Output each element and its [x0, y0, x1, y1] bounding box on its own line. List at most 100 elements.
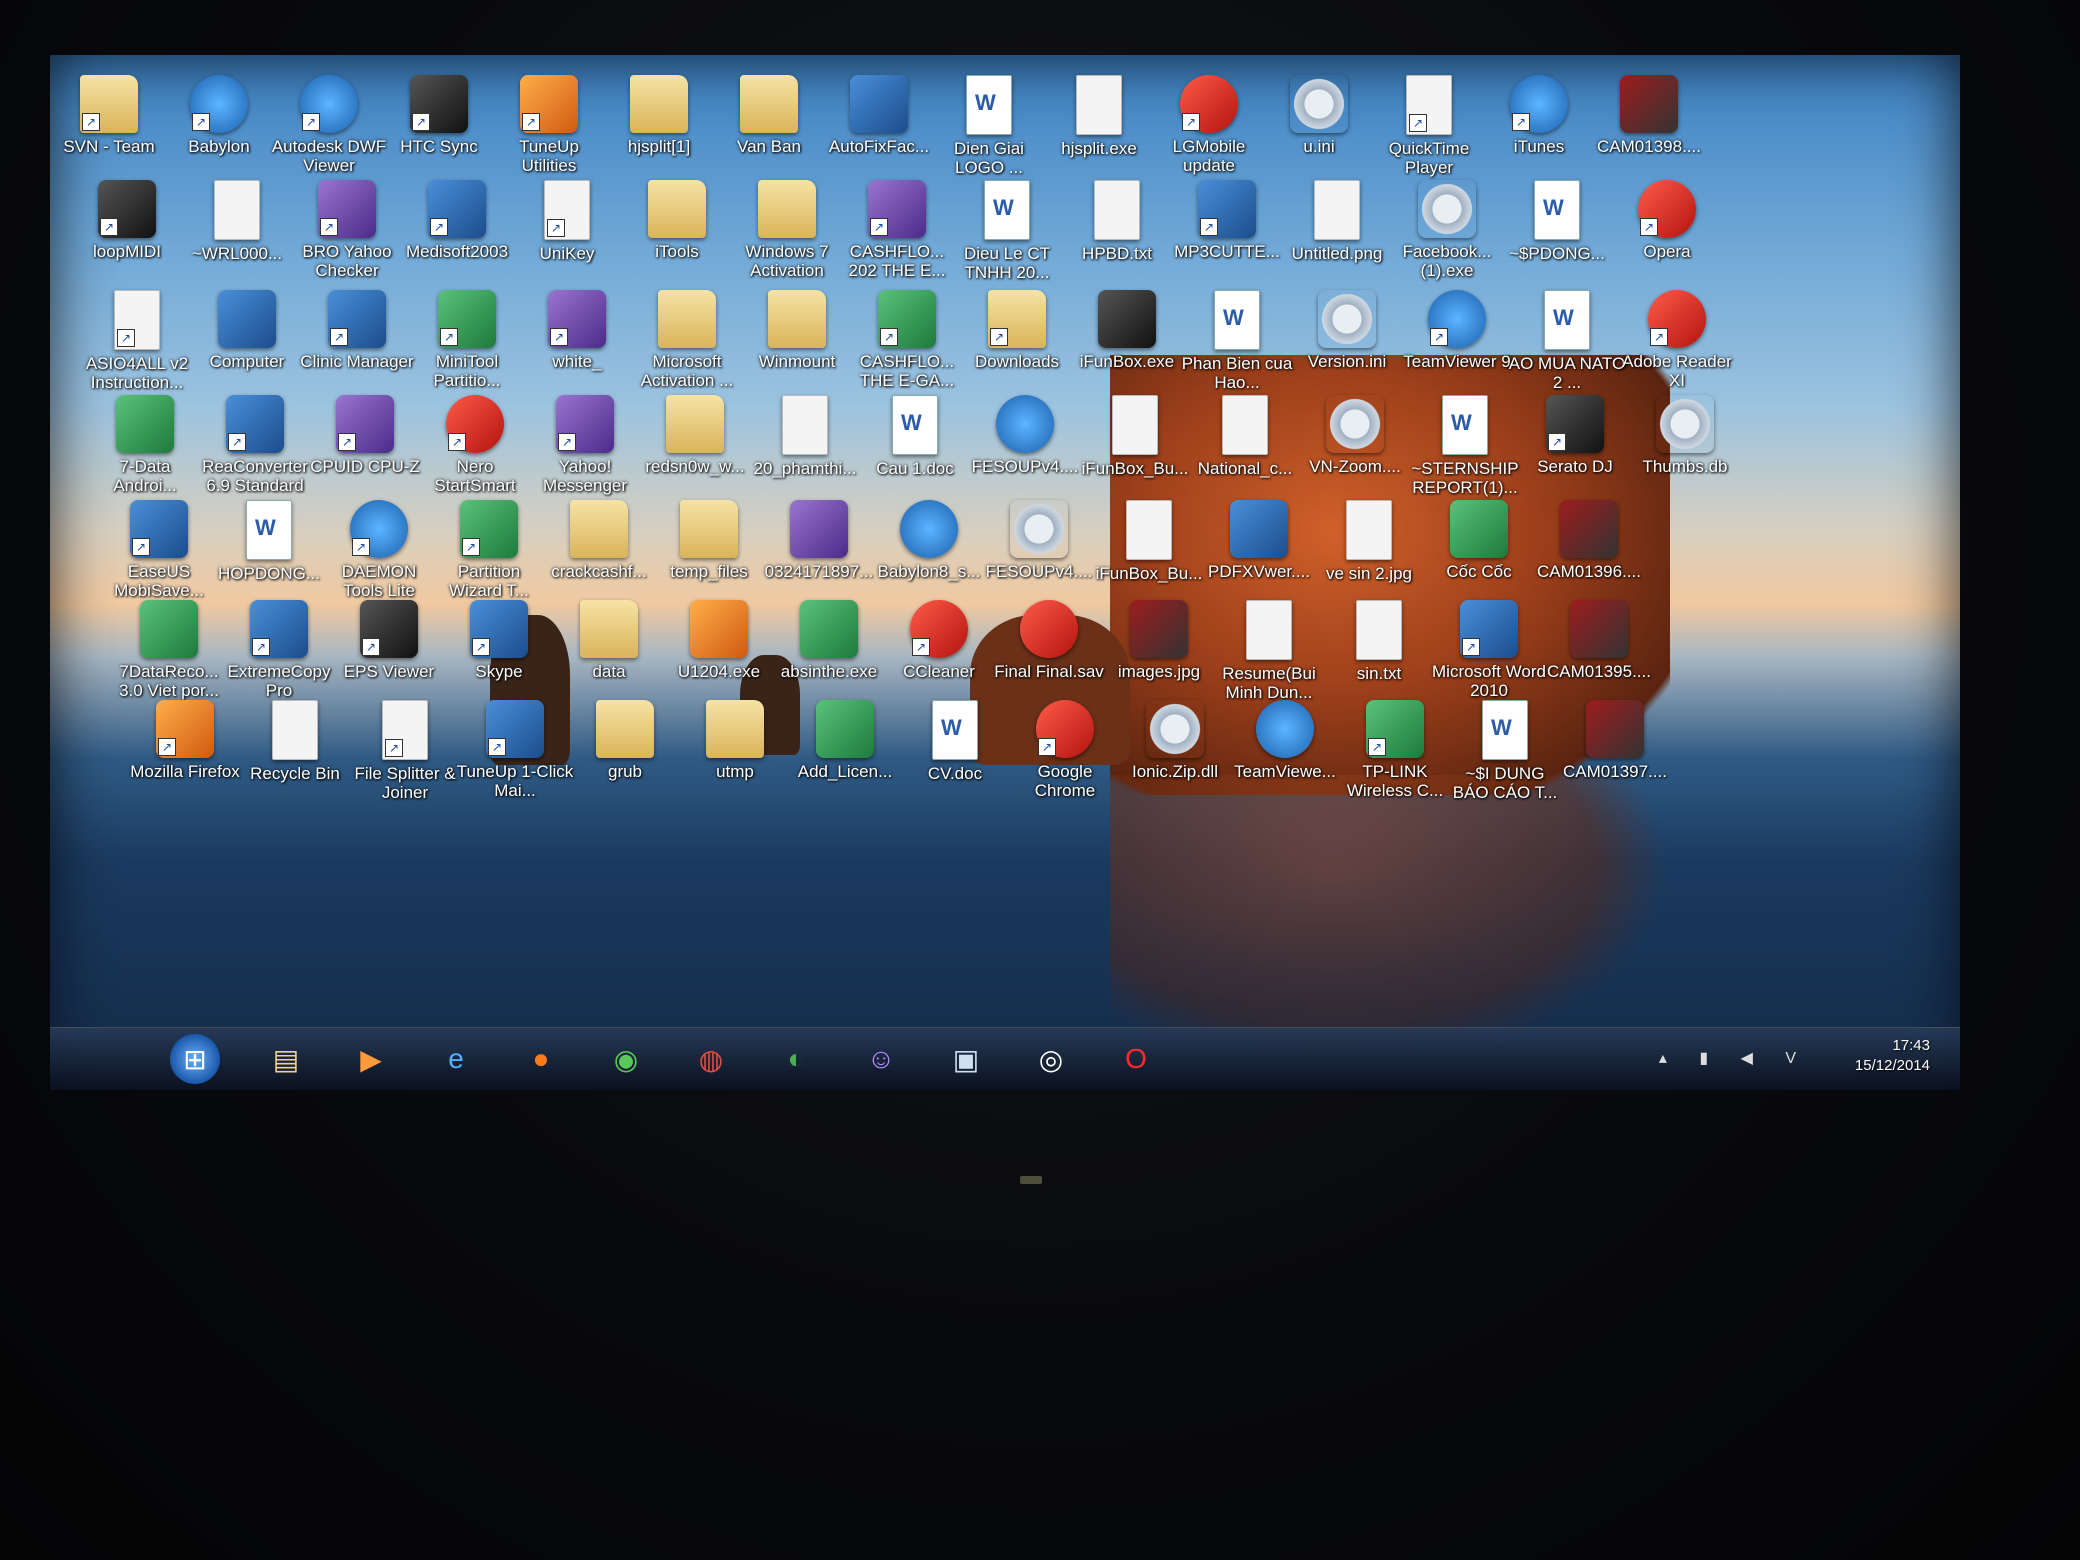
desktop-icon[interactable]: ↗ BRO Yahoo Checker: [288, 180, 406, 280]
coccoc-icon[interactable]: ◉: [600, 1034, 652, 1084]
desktop-icon[interactable]: ~$PDONG...: [1498, 180, 1616, 263]
desktop-icon[interactable]: redsn0w_w...: [636, 395, 754, 476]
desktop-icon[interactable]: ↗ Babylon: [160, 75, 278, 156]
desktop-icon[interactable]: ↗ TuneUp Utilities: [490, 75, 608, 175]
desktop-icon[interactable]: Winmount: [738, 290, 856, 371]
desktop-icon[interactable]: ↗ ExtremeCopy Pro: [220, 600, 338, 700]
desktop-icon[interactable]: hjsplit[1]: [600, 75, 718, 156]
desktop-icon[interactable]: ~$I DUNG BÁO CÁO T...: [1446, 700, 1564, 802]
start-button[interactable]: ⊞: [170, 1034, 220, 1084]
desktop-icon[interactable]: iTools: [618, 180, 736, 261]
clock[interactable]: 17:43 15/12/2014: [1855, 1036, 1930, 1076]
desktop-icon[interactable]: ↗ TP-LINK Wireless C...: [1336, 700, 1454, 800]
desktop-icon[interactable]: data: [550, 600, 668, 681]
desktop-icon[interactable]: ↗ Opera: [1608, 180, 1726, 261]
desktop-icon[interactable]: Dieu Le CT TNHH 20...: [948, 180, 1066, 282]
system-tray-icons[interactable]: ▴ ▮ ◀ V: [1659, 1048, 1810, 1068]
desktop-icon[interactable]: Dien Giai LOGO ...: [930, 75, 1048, 177]
desktop-icon[interactable]: ↗ Partition Wizard T...: [430, 500, 548, 600]
desktop-icon[interactable]: ↗ QuickTime Player: [1370, 75, 1488, 177]
desktop-icon[interactable]: images.jpg: [1100, 600, 1218, 681]
desktop-icon[interactable]: hjsplit.exe: [1040, 75, 1158, 158]
desktop-icon[interactable]: CAM01397....: [1556, 700, 1674, 781]
desktop-icon[interactable]: ↗ SVN - Team: [50, 75, 168, 156]
desktop-icon[interactable]: FESOUPv4....: [966, 395, 1084, 476]
desktop-icon[interactable]: ↗ EPS Viewer: [330, 600, 448, 681]
desktop-icon[interactable]: ↗ Nero StartSmart: [416, 395, 534, 495]
desktop-icon[interactable]: ↗ Serato DJ: [1516, 395, 1634, 476]
desktop-icon[interactable]: utmp: [676, 700, 794, 781]
desktop-icon[interactable]: ↗ HTC Sync: [380, 75, 498, 156]
desktop-icon[interactable]: ↗ LGMobile update: [1150, 75, 1268, 175]
desktop-icon[interactable]: Resume(Bui Minh Dun...: [1210, 600, 1328, 702]
babylon-icon[interactable]: ◐: [770, 1034, 822, 1084]
desktop-icon[interactable]: CV.doc: [896, 700, 1014, 783]
desktop-icon[interactable]: ↗ Skype: [440, 600, 558, 681]
desktop-icon[interactable]: iFunBox_Bu...: [1076, 395, 1194, 478]
desktop-icon[interactable]: HOPDONG...: [210, 500, 328, 583]
desktop-icon[interactable]: AutoFixFac...: [820, 75, 938, 156]
desktop-icon[interactable]: Version.ini: [1288, 290, 1406, 371]
chrome-icon[interactable]: ◍: [685, 1034, 737, 1084]
desktop-icon[interactable]: FESOUPv4....: [980, 500, 1098, 581]
desktop-icon[interactable]: sin.txt: [1320, 600, 1438, 683]
desktop-icon[interactable]: ↗ CPUID CPU-Z: [306, 395, 424, 476]
desktop-icon[interactable]: ↗ ASIO4ALL v2 Instruction...: [78, 290, 196, 392]
desktop-icon[interactable]: CAM01398....: [1590, 75, 1708, 156]
desktop-icon[interactable]: ↗ loopMIDI: [68, 180, 186, 261]
desktop-icon[interactable]: ↗ Downloads: [958, 290, 1076, 371]
desktop-icon[interactable]: U1204.exe: [660, 600, 778, 681]
desktop-icon[interactable]: Cau 1.doc: [856, 395, 974, 478]
firefox-icon[interactable]: ●: [515, 1034, 567, 1084]
desktop-icon[interactable]: iFunBox.exe: [1068, 290, 1186, 371]
desktop-icon[interactable]: ↗ Clinic Manager: [298, 290, 416, 371]
desktop-icon[interactable]: PDFXVwer....: [1200, 500, 1318, 581]
opera-icon[interactable]: O: [1110, 1034, 1162, 1084]
desktop-icon[interactable]: ↗ iTunes: [1480, 75, 1598, 156]
desktop-icon[interactable]: Add_Licen...: [786, 700, 904, 781]
desktop-icon[interactable]: VN-Zoom....: [1296, 395, 1414, 476]
desktop-icon[interactable]: Babylon8_s...: [870, 500, 988, 581]
desktop-icon[interactable]: ↗ CCleaner: [880, 600, 998, 681]
desktop-icon[interactable]: ↗ Autodesk DWF Viewer: [270, 75, 388, 175]
desktop-icon[interactable]: Van Ban: [710, 75, 828, 156]
desktop-icon[interactable]: ↗ Medisoft2003: [398, 180, 516, 261]
desktop-icon[interactable]: ↗ UniKey: [508, 180, 626, 263]
desktop-icon[interactable]: Phan Bien cua Hao...: [1178, 290, 1296, 392]
desktop-icon[interactable]: ↗ CASHFLO... 202 THE E...: [838, 180, 956, 280]
desktop-icon[interactable]: 20_phamthi...: [746, 395, 864, 478]
desktop-icon[interactable]: crackcashf...: [540, 500, 658, 581]
desktop-icon[interactable]: TeamViewe...: [1226, 700, 1344, 781]
serato-icon[interactable]: ◎: [1025, 1034, 1077, 1084]
media-player-icon[interactable]: ▶: [345, 1034, 397, 1084]
desktop-icon[interactable]: ↗ white_: [518, 290, 636, 371]
desktop-icon[interactable]: Ionic.Zip.dll: [1116, 700, 1234, 781]
window-icon[interactable]: ▣: [940, 1034, 992, 1084]
desktop-icon[interactable]: Cốc Cốc: [1420, 500, 1538, 581]
desktop-icon[interactable]: 7-Data Androi...: [86, 395, 204, 495]
desktop-icon[interactable]: iFunBox_Bu...: [1090, 500, 1208, 583]
desktop-icon[interactable]: ↗ Google Chrome: [1006, 700, 1124, 800]
desktop-icon[interactable]: Computer: [188, 290, 306, 371]
desktop-icon[interactable]: ↗ MP3CUTTE...: [1168, 180, 1286, 261]
desktop-icon[interactable]: ↗ ReaConverter 6.9 Standard: [196, 395, 314, 495]
desktop-icon[interactable]: ↗ EaseUS MobiSave...: [100, 500, 218, 600]
desktop-icon[interactable]: ↗ TuneUp 1-Click Mai...: [456, 700, 574, 800]
yahoo-messenger-icon[interactable]: ☺: [855, 1034, 907, 1084]
desktop-icon[interactable]: ~STERNSHIP REPORT(1)...: [1406, 395, 1524, 497]
desktop-icon[interactable]: 0324171897...: [760, 500, 878, 581]
desktop-icon[interactable]: ↗ Adobe Reader XI: [1618, 290, 1736, 390]
desktop-icon[interactable]: Windows 7 Activation: [728, 180, 846, 280]
desktop-icon[interactable]: Untitled.png: [1278, 180, 1396, 263]
desktop-icon[interactable]: National_c...: [1186, 395, 1304, 478]
desktop-icon[interactable]: ve sin 2.jpg: [1310, 500, 1428, 583]
desktop-icon[interactable]: CAM01395....: [1540, 600, 1658, 681]
desktop-icon[interactable]: ↗ CASHFLO... THE E-GA...: [848, 290, 966, 390]
desktop-icon[interactable]: HPBD.txt: [1058, 180, 1176, 263]
desktop-icon[interactable]: 7DataReco... 3.0 Viet por...: [110, 600, 228, 700]
desktop-icon[interactable]: Microsoft Activation ...: [628, 290, 746, 390]
desktop-icon[interactable]: ↗ Yahoo! Messenger: [526, 395, 644, 495]
desktop-icon[interactable]: Facebook... (1).exe: [1388, 180, 1506, 280]
desktop-icon[interactable]: ~WRL000...: [178, 180, 296, 263]
desktop-icon[interactable]: grub: [566, 700, 684, 781]
